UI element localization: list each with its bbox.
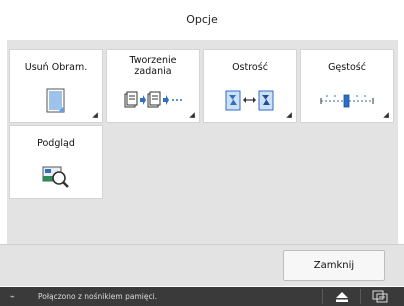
options-panel: Usuń Obram. Tworzenie zadania Ostrość Gę… xyxy=(7,40,398,244)
preview-magnifier-icon xyxy=(10,162,102,192)
job-build-label-line2: zadania xyxy=(134,66,172,77)
sharpness-icon xyxy=(204,86,296,116)
more-options-indicator xyxy=(92,112,98,118)
job-build-icon xyxy=(107,86,199,116)
status-divider xyxy=(360,289,361,304)
page-icon xyxy=(10,86,102,116)
more-options-indicator xyxy=(189,112,195,118)
erase-frame-label: Usuń Obram. xyxy=(24,62,88,73)
density-slider-icon xyxy=(301,86,393,116)
status-message: Połączono z nośnikiem pamięci. xyxy=(38,292,158,301)
density-label: Gęstość xyxy=(328,62,366,73)
options-screen: Opcje Usuń Obram. Tworzenie zadania Ostr… xyxy=(0,0,404,306)
erase-frame-button[interactable]: Usuń Obram. xyxy=(9,49,103,123)
sharpness-button[interactable]: Ostrość xyxy=(203,49,297,123)
job-build-button[interactable]: Tworzenie zadania xyxy=(106,49,200,123)
sharpness-label: Ostrość xyxy=(232,62,268,73)
job-build-label: Tworzenie zadania xyxy=(107,55,199,77)
page-title: Opcje xyxy=(186,13,218,26)
job-build-label-line1: Tworzenie xyxy=(129,55,177,66)
close-button[interactable]: Zamknij xyxy=(283,250,385,281)
system-monitor-icon[interactable] xyxy=(372,290,388,303)
preview-label: Podgląd xyxy=(37,138,75,149)
status-bar: ⌁ Połączono z nośnikiem pamięci. xyxy=(0,287,404,306)
more-options-indicator xyxy=(383,112,389,118)
eject-icon[interactable] xyxy=(336,292,348,302)
more-options-indicator xyxy=(286,112,292,118)
status-divider xyxy=(322,289,323,304)
usb-icon: ⌁ xyxy=(10,292,15,301)
density-button[interactable]: Gęstość xyxy=(300,49,394,123)
preview-button[interactable]: Podgląd xyxy=(9,125,103,199)
